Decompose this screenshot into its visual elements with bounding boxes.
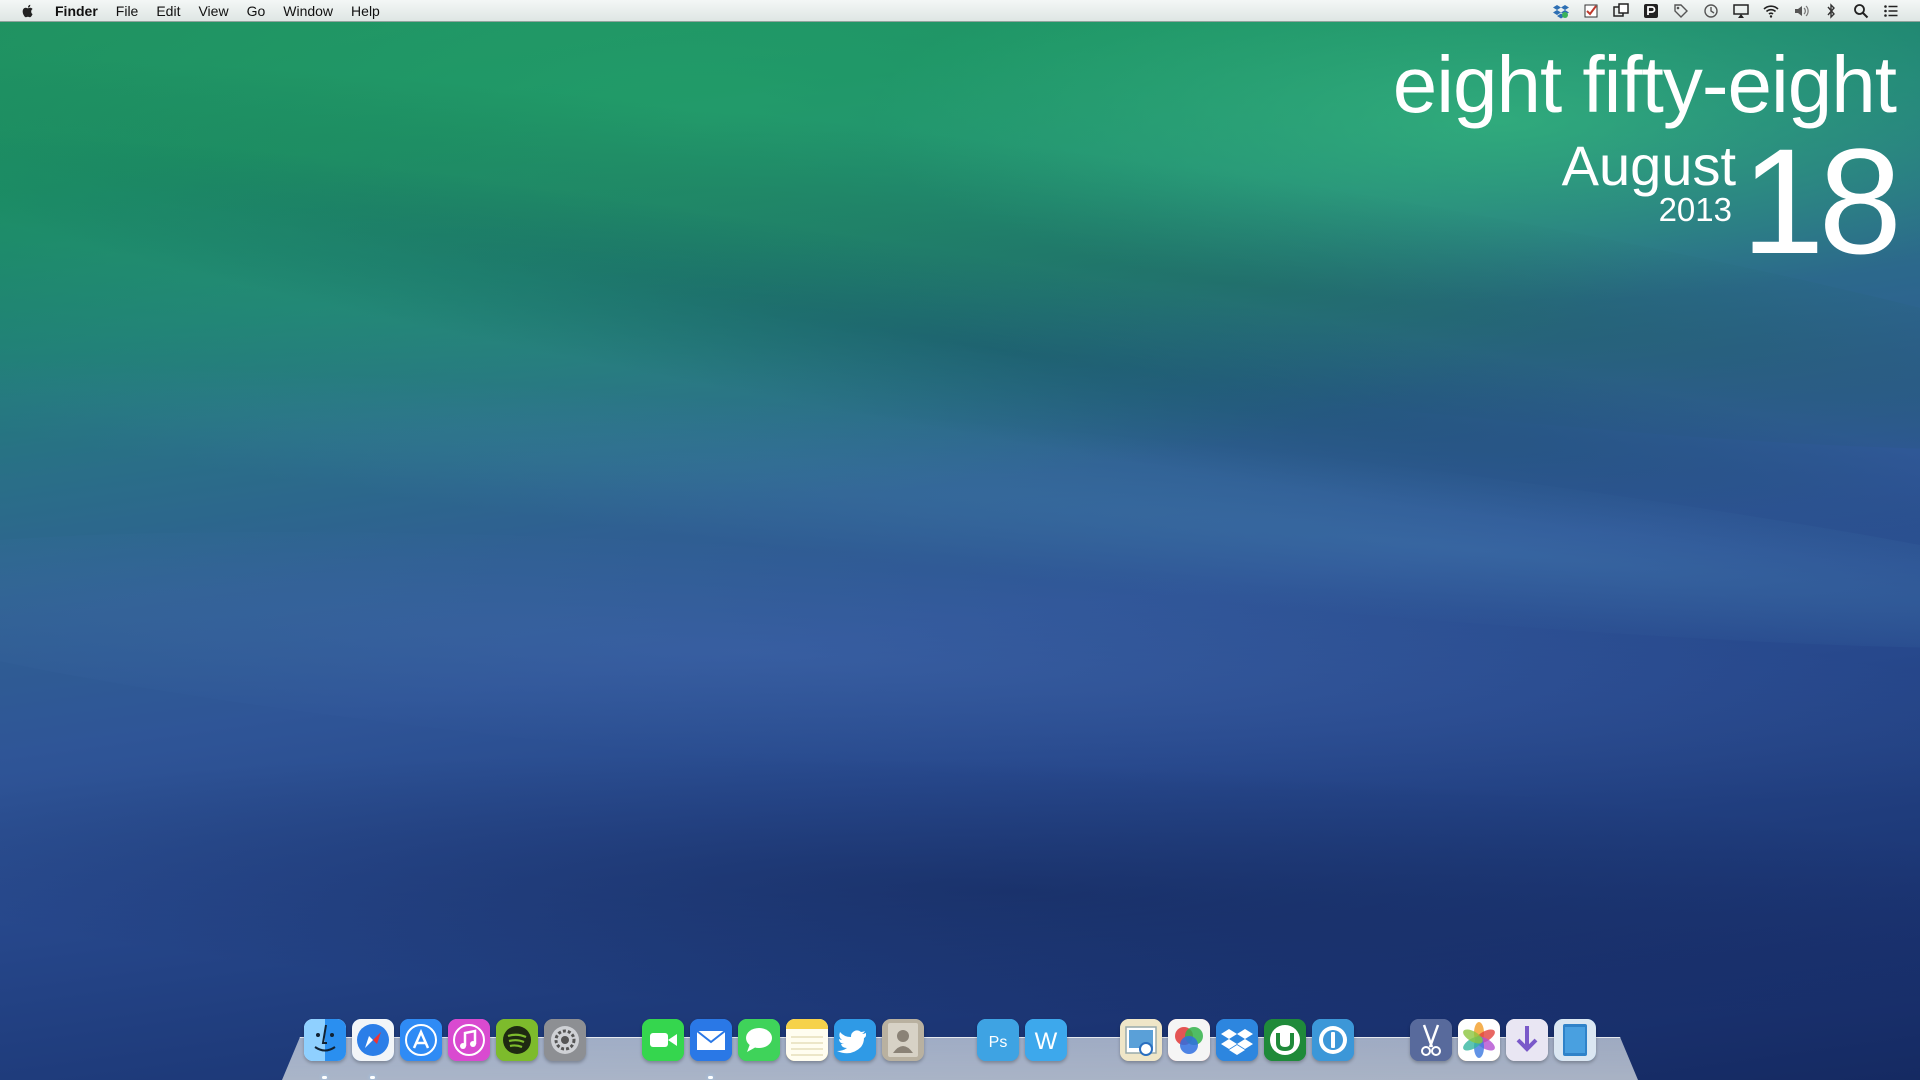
menu-view[interactable]: View bbox=[189, 0, 237, 22]
clock-widget: eight fifty-eight August 2013 18 bbox=[1256, 40, 1902, 276]
apple-icon[interactable] bbox=[20, 3, 36, 19]
photos-icon[interactable] bbox=[1458, 1019, 1500, 1061]
notification-center-icon[interactable] bbox=[1882, 3, 1900, 19]
running-indicator bbox=[370, 1076, 375, 1079]
time-machine-icon[interactable] bbox=[1702, 3, 1720, 19]
preview-icon[interactable] bbox=[1120, 1019, 1162, 1061]
contacts-icon[interactable] bbox=[882, 1019, 924, 1061]
system-preferences-icon[interactable] bbox=[544, 1019, 586, 1061]
utilities-icon[interactable] bbox=[1410, 1019, 1452, 1061]
utorrent-icon[interactable] bbox=[1264, 1019, 1306, 1061]
safari-icon[interactable] bbox=[352, 1019, 394, 1061]
menu-window[interactable]: Window bbox=[274, 0, 342, 22]
spotify-icon[interactable] bbox=[496, 1019, 538, 1061]
twitter-icon[interactable] bbox=[834, 1019, 876, 1061]
messages-icon[interactable] bbox=[738, 1019, 780, 1061]
menu-bar: Finder File Edit View Go Window Help bbox=[0, 0, 1920, 22]
menu-file[interactable]: File bbox=[107, 0, 148, 22]
finder-icon[interactable] bbox=[304, 1019, 346, 1061]
wifi-icon[interactable] bbox=[1762, 3, 1780, 19]
menu-help[interactable]: Help bbox=[342, 0, 389, 22]
checklist-icon[interactable] bbox=[1582, 3, 1600, 19]
bluetooth-icon[interactable] bbox=[1822, 2, 1840, 19]
tag-icon[interactable] bbox=[1672, 3, 1690, 19]
running-indicator bbox=[322, 1076, 327, 1079]
word-icon[interactable]: W bbox=[1025, 1019, 1067, 1061]
clock-month: August bbox=[1561, 134, 1736, 197]
window-icon[interactable] bbox=[1612, 2, 1630, 19]
dropbox-app-icon[interactable] bbox=[1216, 1019, 1258, 1061]
menu-edit[interactable]: Edit bbox=[147, 0, 189, 22]
svg-text:Ps: Ps bbox=[989, 1034, 1008, 1051]
photoshop-icon[interactable]: Ps bbox=[977, 1019, 1019, 1061]
dropbox-icon[interactable] bbox=[1552, 3, 1570, 19]
onepassword-icon[interactable] bbox=[1312, 1019, 1354, 1061]
volume-icon[interactable] bbox=[1792, 3, 1810, 19]
app-badge-icon[interactable] bbox=[1642, 3, 1660, 19]
spotlight-search-icon[interactable] bbox=[1852, 3, 1870, 19]
itunes-icon[interactable] bbox=[448, 1019, 490, 1061]
svg-text:W: W bbox=[1035, 1028, 1058, 1055]
downloads-icon[interactable] bbox=[1506, 1019, 1548, 1061]
running-indicator bbox=[708, 1076, 713, 1079]
menu-go[interactable]: Go bbox=[238, 0, 275, 22]
documents-icon[interactable] bbox=[1554, 1019, 1596, 1061]
color-picker-icon[interactable] bbox=[1168, 1019, 1210, 1061]
dock: Ps W bbox=[282, 1019, 1638, 1080]
clock-day: 18 bbox=[1741, 117, 1902, 285]
airplay-icon[interactable] bbox=[1732, 3, 1750, 19]
menu-app-name[interactable]: Finder bbox=[46, 0, 107, 22]
mail-icon[interactable] bbox=[690, 1019, 732, 1061]
notes-icon[interactable] bbox=[786, 1019, 828, 1061]
app-store-icon[interactable] bbox=[400, 1019, 442, 1061]
desktop-wallpaper: Finder File Edit View Go Window Help eig… bbox=[0, 0, 1920, 1080]
facetime-icon[interactable] bbox=[642, 1019, 684, 1061]
clock-year: 2013 bbox=[1658, 191, 1732, 228]
